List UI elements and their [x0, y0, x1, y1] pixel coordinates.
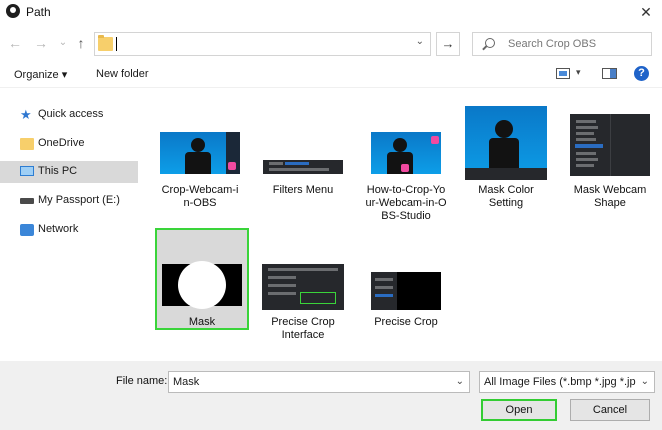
view-options-icon[interactable] [556, 68, 570, 79]
forward-button[interactable]: → [32, 34, 50, 52]
chevron-down-icon[interactable]: ⌄ [416, 36, 424, 47]
image-thumbnail [162, 261, 242, 309]
cancel-button[interactable]: Cancel [570, 399, 650, 421]
preview-pane-icon[interactable] [602, 68, 617, 79]
file-name: Mask Color Setting [478, 184, 534, 209]
sidebar-item-label: Network [38, 223, 79, 235]
file-name-input[interactable]: Mask ⌄ [168, 371, 470, 393]
app-icon [6, 4, 20, 18]
sidebar-item-label: This PC [38, 165, 78, 177]
navigation-pane: ★ Quick access OneDrive This PC My Passp… [0, 96, 140, 359]
image-thumbnail [262, 264, 344, 310]
sidebar-item-my-passport[interactable]: My Passport (E:) [0, 190, 138, 212]
chevron-down-icon[interactable]: ⌄ [456, 376, 464, 387]
recent-locations-button[interactable]: ⌄ [54, 34, 72, 52]
image-thumbnail [160, 132, 240, 174]
folder-icon [20, 138, 34, 150]
close-button[interactable]: ✕ [636, 2, 656, 22]
file-name: Precise Crop [374, 316, 438, 328]
new-folder-button[interactable]: New folder [96, 68, 149, 80]
text-cursor [116, 37, 117, 51]
file-type-select[interactable]: All Image Files (*.bmp *.jpg *.jp ⌄ [479, 371, 655, 393]
file-name: Filters Menu [272, 184, 334, 196]
file-item[interactable]: Crop-Webcam-i n-OBS [154, 104, 246, 224]
window-title: Path [26, 5, 51, 19]
file-item[interactable]: How-to-Crop-Yo ur-Webcam-in-O BS-Studio [360, 104, 452, 224]
search-input[interactable]: Search Crop OBS [472, 32, 652, 56]
address-bar[interactable]: ⌄ [94, 32, 431, 56]
sidebar-item-network[interactable]: Network [0, 219, 138, 241]
chevron-down-icon[interactable]: ⌄ [641, 376, 649, 387]
sidebar-item-onedrive[interactable]: OneDrive [0, 133, 138, 155]
file-name: Crop-Webcam-i n-OBS [161, 184, 239, 209]
file-name-value: Mask [173, 376, 200, 388]
command-bar: Organize ▾ New folder ▾ ? [0, 62, 662, 88]
file-item[interactable]: Precise Crop Interface [257, 236, 349, 356]
search-icon [485, 38, 495, 48]
star-icon: ★ [20, 107, 32, 122]
file-name: How-to-Crop-Yo ur-Webcam-in-O BS-Studio [365, 184, 447, 222]
open-button[interactable]: Open [481, 399, 557, 421]
file-name: Precise Crop Interface [271, 316, 335, 341]
file-name-label: File name: [116, 375, 168, 387]
network-icon [20, 224, 34, 236]
image-thumbnail [371, 132, 441, 174]
file-item[interactable]: Mask Color Setting [460, 104, 552, 224]
dialog-footer: File name: Mask ⌄ All Image Files (*.bmp… [0, 361, 662, 430]
search-placeholder: Search Crop OBS [508, 38, 597, 50]
image-thumbnail [570, 114, 650, 176]
sidebar-item-label: Quick access [38, 108, 104, 120]
sidebar-item-quick-access[interactable]: ★ Quick access [0, 104, 138, 126]
file-list: Crop-Webcam-i n-OBS Filters Menu How-to-… [142, 96, 662, 359]
image-thumbnail [371, 272, 441, 310]
navigation-bar: ← → ⌄ ↑ ⌄ → Search Crop OBS [0, 28, 662, 60]
file-item[interactable]: Precise Crop [360, 236, 452, 356]
sidebar-item-this-pc[interactable]: This PC [0, 161, 138, 183]
image-thumbnail [465, 106, 547, 180]
organize-button[interactable]: Organize ▾ [14, 68, 67, 81]
file-item-selected[interactable]: Mask [155, 228, 249, 330]
sidebar-item-label: OneDrive [38, 137, 85, 149]
file-type-value: All Image Files (*.bmp *.jpg *.jp [484, 376, 636, 388]
file-item[interactable]: Mask Webcam Shape [564, 104, 656, 224]
sidebar-item-label: My Passport (E:) [38, 194, 120, 206]
back-button[interactable]: ← [6, 34, 24, 52]
help-icon[interactable]: ? [634, 66, 649, 81]
file-name: Mask [188, 316, 216, 328]
drive-icon [20, 198, 34, 204]
title-bar: Path ✕ [0, 0, 662, 24]
folder-icon [98, 35, 113, 51]
file-item[interactable]: Filters Menu [257, 104, 349, 224]
go-button[interactable]: → [436, 32, 460, 56]
file-name: Mask Webcam Shape [573, 184, 647, 209]
view-caret-icon[interactable]: ▾ [576, 67, 581, 78]
up-folder-button[interactable]: ↑ [72, 34, 90, 52]
image-thumbnail [263, 160, 343, 174]
computer-icon [20, 166, 34, 176]
